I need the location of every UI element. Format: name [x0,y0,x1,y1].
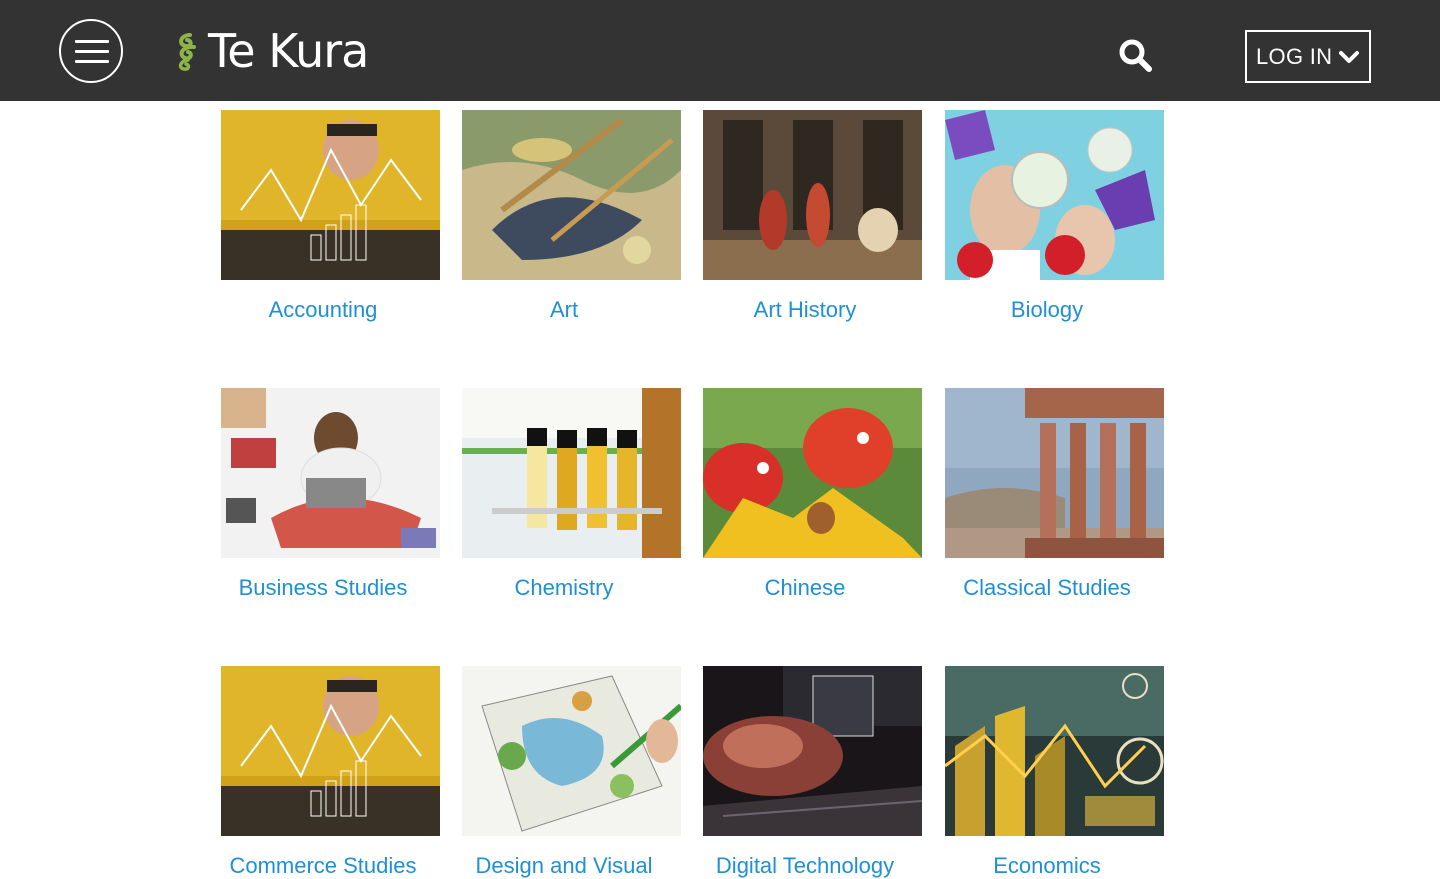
site-header: Te Kura LOG IN [0,0,1440,101]
subject-link-economics[interactable]: Economics [945,853,1149,879]
subject-image-business-studies[interactable] [221,388,440,558]
site-logo[interactable]: Te Kura [172,24,369,78]
logo-text: Te Kura [208,24,369,78]
subject-image-accounting[interactable] [221,110,440,280]
search-button[interactable] [1118,38,1154,74]
hamburger-menu-icon-bar [75,60,109,63]
subject-image-classical-studies[interactable] [945,388,1164,558]
subject-card-design-and-visual: Design and Visual [462,666,681,879]
subject-link-chemistry[interactable]: Chemistry [462,575,666,601]
subject-card-business-studies: Business Studies [221,388,440,601]
subject-image-economics[interactable] [945,666,1164,836]
subject-card-economics: Economics [945,666,1164,879]
hamburger-menu-icon [75,40,109,43]
subject-image-chinese[interactable] [703,388,922,558]
menu-button[interactable] [59,19,123,83]
subject-card-commerce-studies: Commerce Studies [221,666,440,879]
subject-card-biology: Biology [945,110,1164,323]
login-button[interactable]: LOG IN [1245,30,1371,83]
subject-card-art-history: Art History [703,110,922,323]
subject-image-commerce-studies[interactable] [221,666,440,836]
subject-image-art[interactable] [462,110,681,280]
subject-link-biology[interactable]: Biology [945,297,1149,323]
subject-card-chinese: Chinese [703,388,922,601]
subject-image-biology[interactable] [945,110,1164,280]
subject-image-design-and-visual[interactable] [462,666,681,836]
subject-card-chemistry: Chemistry [462,388,681,601]
subject-card-art: Art [462,110,681,323]
chevron-down-icon [1339,50,1360,63]
subject-image-chemistry[interactable] [462,388,681,558]
subject-link-art[interactable]: Art [462,297,666,323]
koru-logo-icon [178,33,196,71]
subject-link-commerce-studies[interactable]: Commerce Studies [221,853,425,879]
subject-image-art-history[interactable] [703,110,922,280]
subject-card-accounting: Accounting [221,110,440,323]
subject-card-digital-technology: Digital Technology [703,666,922,879]
subject-link-digital-technology[interactable]: Digital Technology [703,853,907,879]
subject-link-chinese[interactable]: Chinese [703,575,907,601]
subject-image-digital-technology[interactable] [703,666,922,836]
subject-card-classical-studies: Classical Studies [945,388,1164,601]
subject-link-business-studies[interactable]: Business Studies [221,575,425,601]
login-label: LOG IN [1256,43,1333,69]
subject-link-accounting[interactable]: Accounting [221,297,425,323]
search-icon [1119,39,1152,72]
subject-link-art-history[interactable]: Art History [703,297,907,323]
hamburger-menu-icon-bar [75,50,109,53]
subject-link-design-and-visual[interactable]: Design and Visual [462,853,666,879]
subject-link-classical-studies[interactable]: Classical Studies [945,575,1149,601]
